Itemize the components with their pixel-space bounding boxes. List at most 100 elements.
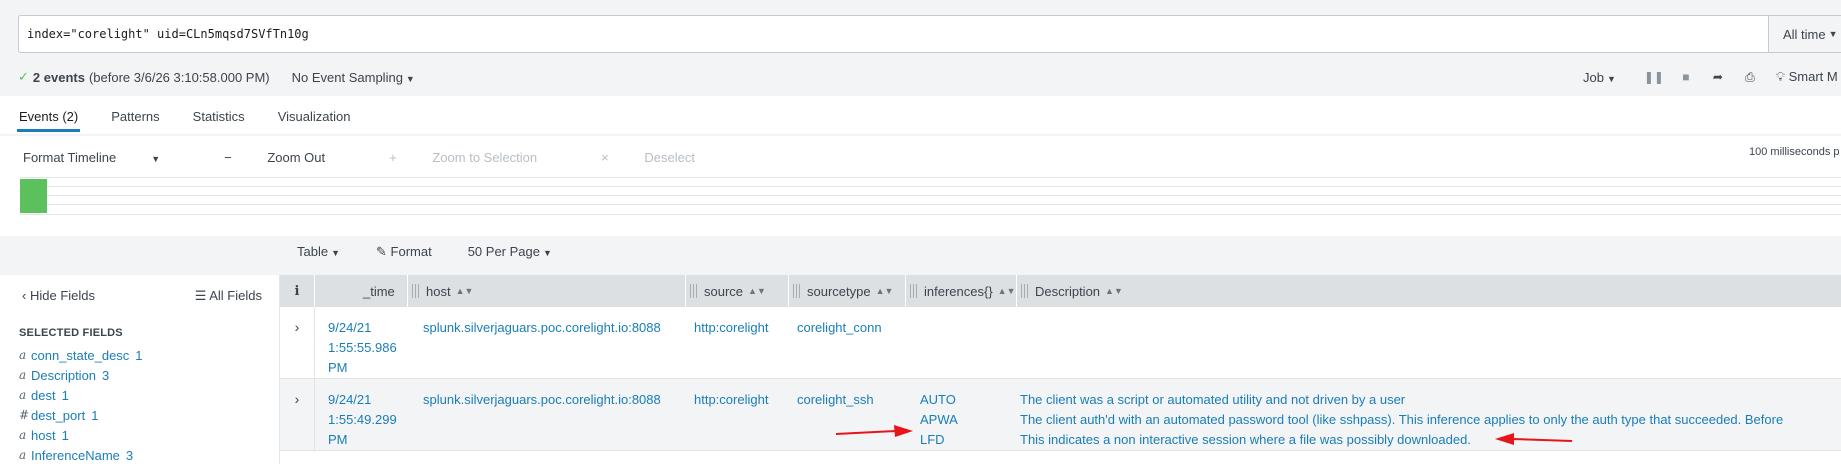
- check-icon: ✓: [18, 69, 29, 84]
- zoom-to-selection-label: Zoom to Selection: [432, 150, 538, 165]
- hide-fields-button[interactable]: ‹ Hide Fields: [22, 288, 95, 304]
- field-count: 1: [91, 407, 99, 423]
- field-type: #: [19, 408, 30, 422]
- field-count: 1: [61, 387, 69, 403]
- column-header-time[interactable]: _time: [315, 275, 408, 307]
- table-row[interactable]: › 9/24/21 1:55:55.986 PM splunk.silverja…: [280, 307, 1841, 379]
- sort-icon[interactable]: ▲▼: [456, 286, 474, 296]
- column-header-host[interactable]: host ▲▼: [408, 275, 686, 307]
- info-column-header: i: [280, 275, 315, 307]
- column-header-description[interactable]: Description ▲▼: [1017, 275, 1841, 307]
- timeline-bar[interactable]: [20, 179, 47, 213]
- tab-visualization[interactable]: Visualization: [278, 96, 351, 134]
- search-mode-dropdown[interactable]: 💡︎ Smart M: [1776, 69, 1838, 85]
- print-icon[interactable]: ⎙: [1734, 70, 1766, 85]
- timeline-gridline: [20, 214, 1841, 215]
- inferences-cell: [906, 307, 1017, 378]
- column-header-label: host: [426, 283, 451, 299]
- per-page-dropdown[interactable]: 50 Per Page ▼: [468, 244, 552, 260]
- host-cell[interactable]: splunk.silverjaguars.poc.corelight.io:80…: [408, 307, 686, 378]
- sort-icon[interactable]: ▲▼: [998, 286, 1016, 296]
- field-item[interactable]: # dest_port 1: [19, 405, 143, 425]
- time-clock: 1:55:49.299: [328, 412, 397, 427]
- field-name: host: [31, 427, 56, 443]
- description-value[interactable]: This indicates a non interactive session…: [1020, 430, 1841, 450]
- table-row[interactable]: › 9/24/21 1:55:49.299 PM splunk.silverja…: [280, 379, 1841, 451]
- tab-statistics[interactable]: Statistics: [193, 96, 245, 134]
- table-view-dropdown[interactable]: Table ▼: [297, 244, 340, 260]
- search-input[interactable]: [19, 16, 1768, 52]
- field-item[interactable]: a dest 1: [19, 385, 143, 405]
- description-value[interactable]: The client was a script or automated uti…: [1020, 390, 1841, 410]
- zoom-to-selection-button[interactable]: + Zoom to Selection: [389, 150, 569, 165]
- drag-handle-icon[interactable]: [793, 284, 801, 298]
- search-status: ✓ 2 events (before 3/6/26 3:10:58.000 PM…: [18, 68, 415, 86]
- format-button[interactable]: ✎ Format: [376, 244, 432, 260]
- table-header: i _time host ▲▼ source ▲▼ sourcetype ▲▼ inf…: [280, 275, 1841, 307]
- tab-events[interactable]: Events (2): [16, 96, 81, 134]
- pause-icon[interactable]: ❚❚: [1638, 70, 1670, 84]
- job-controls: Job ▼ ❚❚ ■ ➦ ⎙ 💡︎ Smart M: [1583, 68, 1838, 86]
- sort-icon[interactable]: ▲▼: [748, 286, 766, 296]
- field-item[interactable]: a host 1: [19, 425, 143, 445]
- inference-value[interactable]: AUTO: [920, 390, 1017, 410]
- zoom-out-label: Zoom Out: [267, 150, 326, 165]
- field-type: a: [19, 428, 27, 442]
- timeline-scale: 100 milliseconds p: [1749, 146, 1840, 158]
- column-header-inferences[interactable]: inferences{} ▲▼: [906, 275, 1017, 307]
- job-menu[interactable]: Job ▼: [1583, 70, 1616, 85]
- description-cell[interactable]: The client was a script or automated uti…: [1017, 379, 1841, 450]
- events-before: (before 3/6/26 3:10:58.000 PM): [88, 69, 270, 85]
- inference-value[interactable]: APWA: [920, 410, 1017, 430]
- drag-handle-icon[interactable]: [412, 284, 420, 298]
- deselect-button[interactable]: × Deselect: [601, 150, 727, 165]
- column-header-label: Description: [1035, 283, 1101, 299]
- drag-handle-icon[interactable]: [690, 284, 698, 298]
- timeline-toolbar: Format Timeline ▼ − Zoom Out + Zoom to Se…: [23, 150, 759, 165]
- zoom-out-button[interactable]: − Zoom Out: [224, 150, 357, 165]
- sourcetype-cell[interactable]: corelight_conn: [789, 307, 906, 378]
- format-timeline-dropdown[interactable]: Format Timeline ▼: [23, 150, 192, 165]
- drag-handle-icon[interactable]: [910, 284, 918, 298]
- event-sampling-dropdown[interactable]: No Event Sampling ▼: [292, 70, 415, 85]
- tab-patterns[interactable]: Patterns: [111, 96, 159, 134]
- timeline-gridline: [20, 186, 1841, 187]
- drag-handle-icon[interactable]: [1021, 284, 1029, 298]
- all-fields-button[interactable]: ☰ All Fields: [195, 288, 262, 304]
- inference-value[interactable]: LFD: [920, 430, 1017, 450]
- sourcetype-cell[interactable]: corelight_ssh: [789, 379, 906, 450]
- events-count: 2 events: [32, 69, 85, 85]
- field-type: a: [19, 448, 27, 462]
- expand-row-icon[interactable]: ›: [280, 379, 315, 450]
- job-label: Job: [1583, 69, 1604, 85]
- source-cell[interactable]: http:corelight: [686, 379, 789, 450]
- field-item[interactable]: a conn_state_desc 1: [19, 345, 143, 365]
- field-item[interactable]: a Description 3: [19, 365, 143, 385]
- time-cell[interactable]: 9/24/21 1:55:49.299 PM: [315, 379, 408, 450]
- time-cell[interactable]: 9/24/21 1:55:55.986 PM: [315, 307, 408, 378]
- host-cell[interactable]: splunk.silverjaguars.poc.corelight.io:80…: [408, 379, 686, 450]
- timeline-track[interactable]: [20, 177, 1841, 215]
- sort-icon[interactable]: ▲▼: [876, 286, 894, 296]
- column-header-sourcetype[interactable]: sourcetype ▲▼: [789, 275, 906, 307]
- pencil-icon: ✎: [376, 244, 387, 259]
- stop-icon[interactable]: ■: [1670, 70, 1702, 84]
- source-cell[interactable]: http:corelight: [686, 307, 789, 378]
- field-type: a: [19, 348, 27, 362]
- expand-row-icon[interactable]: ›: [280, 307, 315, 378]
- field-name: InferenceName: [31, 447, 120, 463]
- column-header-label: source: [704, 283, 744, 299]
- time-range-picker[interactable]: All time ▼: [1768, 16, 1841, 52]
- deselect-label: Deselect: [644, 150, 695, 165]
- close-icon: ×: [601, 150, 609, 165]
- search-mode-label: Smart M: [1788, 69, 1838, 84]
- field-item[interactable]: a InferenceName 3: [19, 445, 143, 464]
- fields-sidebar: ‹ Hide Fields ☰ All Fields SELECTED FIEL…: [0, 275, 280, 464]
- sort-icon[interactable]: ▲▼: [1105, 286, 1123, 296]
- inferences-cell[interactable]: AUTO APWA LFD: [906, 379, 1017, 450]
- time-ampm: PM: [328, 432, 348, 447]
- results-tabs: Events (2) Patterns Statistics Visualiza…: [0, 96, 1841, 134]
- description-value[interactable]: The client auth'd with an automated pass…: [1020, 410, 1841, 430]
- column-header-source[interactable]: source ▲▼: [686, 275, 789, 307]
- share-icon[interactable]: ➦: [1702, 70, 1734, 84]
